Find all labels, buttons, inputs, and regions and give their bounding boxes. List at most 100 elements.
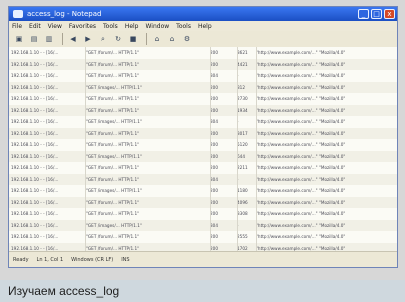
table-cell: "GET /images/... HTTP/1.1" xyxy=(86,222,142,228)
table-row[interactable]: 192.168.1.10 - - [16/... "GET /images/...… xyxy=(9,81,397,93)
table-cell: 192.168.1.10 - - [16/... xyxy=(11,73,59,79)
toolbar: ▣ ▤ ▥ ◀ ▶ ⌕ ↻ ■ ⌂ ⌂ ⚙ xyxy=(9,31,397,48)
table-cell: "http://www.example.com/..." "Mozilla/4.… xyxy=(256,222,346,228)
toolbar-separator xyxy=(146,33,147,45)
table-cell: "GET /forum/... HTTP/1.1" xyxy=(86,199,140,205)
table-row[interactable]: 192.168.1.10 - - [16/... "GET /images/...… xyxy=(9,116,397,128)
table-row[interactable]: 192.168.1.10 - - [16/... "GET /forum/... … xyxy=(9,58,397,70)
table-row[interactable]: 192.168.1.10 - - [16/... "GET /forum/... … xyxy=(9,127,397,139)
table-row[interactable]: 192.168.1.10 - - [16/... "GET /images/...… xyxy=(9,150,397,162)
stop-icon[interactable]: ■ xyxy=(127,34,139,44)
open-icon[interactable]: ▤ xyxy=(28,34,40,44)
table-cell: "http://www.example.com/..." "Mozilla/4.… xyxy=(256,61,346,67)
table-cell: "http://www.example.com/..." "Mozilla/4.… xyxy=(256,188,346,194)
table-row[interactable]: 192.168.1.10 - - [16/... "GET /forum/... … xyxy=(9,47,397,59)
table-cell: "GET /forum/... HTTP/1.1" xyxy=(86,211,140,217)
table-row[interactable]: 192.168.1.10 - - [16/... "GET /forum/... … xyxy=(9,231,397,243)
table-cell: "http://www.example.com/..." "Mozilla/4.… xyxy=(256,73,346,79)
column-divider xyxy=(210,47,211,253)
table-row[interactable]: 192.168.1.10 - - [16/... "GET /forum/... … xyxy=(9,70,397,82)
back-icon[interactable]: ◀ xyxy=(67,34,79,44)
menu-item[interactable]: File xyxy=(12,23,22,30)
refresh-icon[interactable]: ↻ xyxy=(112,34,124,44)
table-row[interactable]: 192.168.1.10 - - [16/... "GET /images/...… xyxy=(9,219,397,231)
maximize-button[interactable]: □ xyxy=(371,9,382,19)
search-icon[interactable]: ⌕ xyxy=(97,34,109,44)
column-divider xyxy=(256,47,257,253)
lock-icon[interactable]: ⌂ xyxy=(151,34,163,44)
menu-item[interactable]: View xyxy=(48,23,62,30)
table-cell: "http://www.example.com/..." "Mozilla/4.… xyxy=(256,119,346,125)
table-cell: "GET /forum/... HTTP/1.1" xyxy=(86,107,140,113)
menu-item[interactable]: Window xyxy=(146,23,170,30)
table-cell: 304 xyxy=(210,73,218,79)
table-cell: "GET /forum/... HTTP/1.1" xyxy=(86,245,140,251)
table-cell: "http://www.example.com/..." "Mozilla/4.… xyxy=(256,153,346,159)
table-cell: 200 xyxy=(210,84,218,90)
table-cell: "GET /forum/... HTTP/1.1" xyxy=(86,96,140,102)
table-cell: 200 xyxy=(210,211,218,217)
menu-item[interactable]: Favorites xyxy=(69,23,96,30)
table-cell: "GET /forum/... HTTP/1.1" xyxy=(86,234,140,240)
table-cell: 192.168.1.10 - - [16/... xyxy=(11,234,59,240)
table-row[interactable]: 192.168.1.10 - - [16/... "GET /forum/... … xyxy=(9,173,397,185)
save-icon[interactable]: ▣ xyxy=(13,34,25,44)
table-cell: 192.168.1.10 - - [16/... xyxy=(11,50,59,56)
forward-icon[interactable]: ▶ xyxy=(82,34,94,44)
table-cell: "http://www.example.com/..." "Mozilla/4.… xyxy=(256,165,346,171)
table-cell: 200 xyxy=(210,188,218,194)
close-button[interactable]: x xyxy=(384,9,395,19)
table-row[interactable]: 192.168.1.10 - - [16/... "GET /forum/... … xyxy=(9,162,397,174)
menu-item[interactable]: Tools xyxy=(176,23,191,30)
table-cell: 200 xyxy=(210,153,218,159)
menu-item[interactable]: Edit xyxy=(29,23,41,30)
print-icon[interactable]: ▥ xyxy=(43,34,55,44)
screenshot-frame: access_log - Notepad _ □ x File Edit Vie… xyxy=(0,0,405,302)
table-row[interactable]: 192.168.1.10 - - [16/... "GET /images/...… xyxy=(9,185,397,197)
table-row[interactable]: 192.168.1.10 - - [16/... "GET /forum/... … xyxy=(9,139,397,151)
log-table: 192.168.1.10 - - [16/... "GET /forum/... … xyxy=(9,47,397,253)
table-cell: 192.168.1.10 - - [16/... xyxy=(11,107,59,113)
menu-item[interactable]: Help xyxy=(125,23,139,30)
status-bar: Ready Ln 1, Col 1 Windows (CR LF) INS xyxy=(9,251,397,267)
title-bar[interactable]: access_log - Notepad _ □ x xyxy=(9,7,397,21)
table-cell: 192.168.1.10 - - [16/... xyxy=(11,130,59,136)
table-cell: "GET /forum/... HTTP/1.1" xyxy=(86,50,140,56)
table-cell: 304 xyxy=(210,176,218,182)
table-cell: "GET /images/... HTTP/1.1" xyxy=(86,188,142,194)
table-cell: "GET /forum/... HTTP/1.1" xyxy=(86,142,140,148)
table-row[interactable]: 192.168.1.10 - - [16/... "GET /forum/... … xyxy=(9,104,397,116)
table-cell: 304 xyxy=(210,222,218,228)
table-cell: 200 xyxy=(210,96,218,102)
table-row[interactable]: 192.168.1.10 - - [16/... "GET /forum/... … xyxy=(9,93,397,105)
table-cell: "GET /forum/... HTTP/1.1" xyxy=(86,61,140,67)
table-cell: 200 xyxy=(210,199,218,205)
caption-text: Изучаем access_log xyxy=(8,284,120,298)
table-cell: 200 xyxy=(210,130,218,136)
table-row[interactable]: 192.168.1.10 - - [16/... "GET /forum/... … xyxy=(9,208,397,220)
status-text: Ready xyxy=(13,256,29,263)
caption-bar: Изучаем access_log xyxy=(0,280,405,302)
table-cell: "http://www.example.com/..." "Mozilla/4.… xyxy=(256,142,346,148)
table-cell: 192.168.1.10 - - [16/... xyxy=(11,61,59,67)
table-cell: "http://www.example.com/..." "Mozilla/4.… xyxy=(256,107,346,113)
home-icon[interactable]: ⌂ xyxy=(166,34,178,44)
minimize-button[interactable]: _ xyxy=(358,9,369,19)
table-cell: 192.168.1.10 - - [16/... xyxy=(11,176,59,182)
table-cell: 192.168.1.10 - - [16/... xyxy=(11,222,59,228)
table-cell: 192.168.1.10 - - [16/... xyxy=(11,153,59,159)
table-cell: "GET /forum/... HTTP/1.1" xyxy=(86,176,140,182)
table-row[interactable]: 192.168.1.10 - - [16/... "GET /forum/... … xyxy=(9,196,397,208)
table-cell: 192.168.1.10 - - [16/... xyxy=(11,96,59,102)
table-cell: 200 xyxy=(210,234,218,240)
menu-item[interactable]: Help xyxy=(198,23,212,30)
table-cell: "GET /images/... HTTP/1.1" xyxy=(86,153,142,159)
table-cell: 200 xyxy=(210,245,218,251)
encoding-indicator: Windows (CR LF) xyxy=(71,256,114,263)
column-divider xyxy=(237,47,238,253)
settings-icon[interactable]: ⚙ xyxy=(181,34,193,44)
table-cell: "GET /forum/... HTTP/1.1" xyxy=(86,165,140,171)
table-cell: "http://www.example.com/..." "Mozilla/4.… xyxy=(256,245,346,251)
menu-item[interactable]: Tools xyxy=(103,23,118,30)
table-cell: "GET /images/... HTTP/1.1" xyxy=(86,84,142,90)
